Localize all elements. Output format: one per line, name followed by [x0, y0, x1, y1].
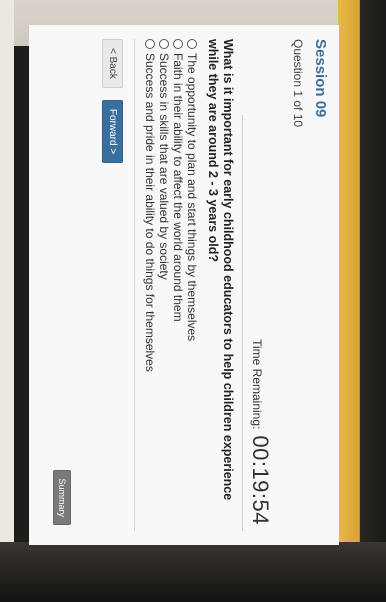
session-title: Session 09 — [312, 39, 329, 118]
monitor-bezel — [338, 0, 386, 602]
answer-label: Success in skills that are valued by soc… — [157, 53, 171, 280]
answer-option-2[interactable]: Faith in their ability to affect the wor… — [171, 39, 185, 372]
question-text: What is it important for early childhood… — [206, 39, 235, 501]
photo-background-bottom — [0, 542, 386, 602]
answer-option-3[interactable]: Success in skills that are valued by soc… — [157, 39, 171, 372]
answer-option-4[interactable]: Success and pride in their ability to do… — [143, 39, 157, 372]
radio-button[interactable] — [187, 39, 197, 49]
timer-label: Time Remaining: — [250, 339, 264, 430]
radio-button[interactable] — [145, 39, 155, 49]
question-counter: Question 1 of 10 — [291, 39, 305, 128]
photo-background-left — [0, 0, 14, 602]
back-button[interactable]: < Back — [102, 39, 123, 88]
radio-button[interactable] — [173, 39, 183, 49]
answer-label: The opportunity to plan and start things… — [185, 53, 199, 342]
answer-option-1[interactable]: The opportunity to plan and start things… — [185, 39, 199, 372]
divider — [134, 39, 135, 531]
answer-label: Success and pride in their ability to do… — [143, 53, 157, 372]
answer-list: The opportunity to plan and start things… — [143, 39, 199, 372]
answer-label: Faith in their ability to affect the wor… — [171, 53, 185, 322]
timer: Time Remaining: 00:19:54 — [247, 339, 273, 525]
summary-button[interactable]: Summary — [53, 470, 71, 525]
radio-button[interactable] — [159, 39, 169, 49]
quiz-screen: Session 09 Question 1 of 10 Time Remaini… — [29, 25, 339, 545]
forward-button[interactable]: Forward > — [102, 99, 123, 164]
divider — [242, 115, 243, 531]
timer-value: 00:19:54 — [248, 435, 273, 525]
question-navigation: < Back Forward > — [102, 39, 123, 164]
